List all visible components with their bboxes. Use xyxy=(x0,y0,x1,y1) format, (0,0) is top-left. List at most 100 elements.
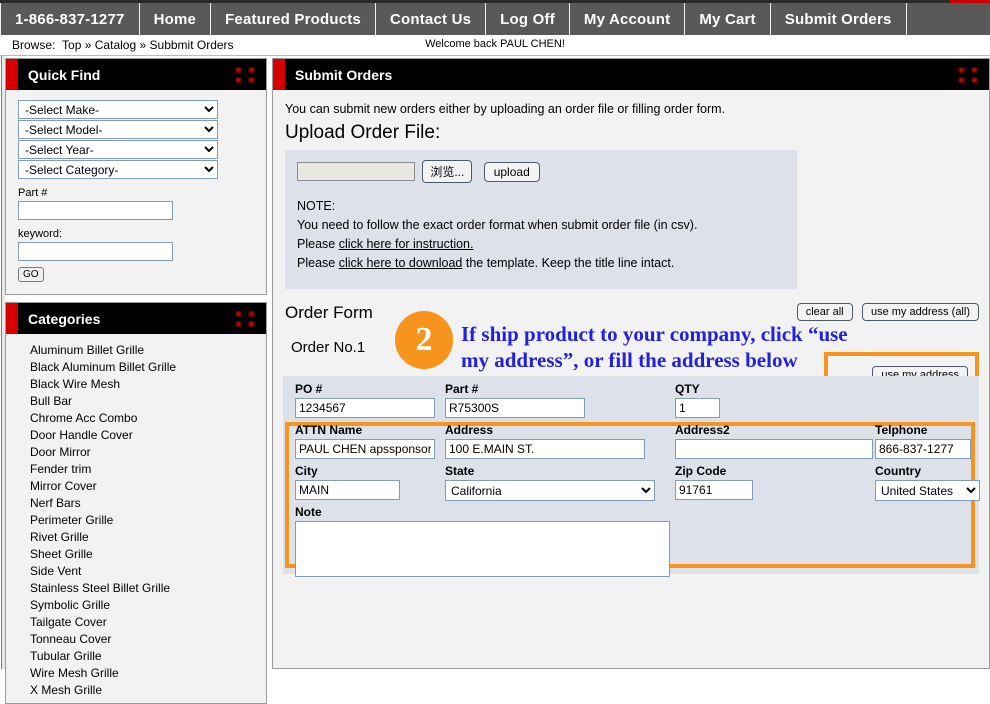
browse-button[interactable]: 浏览... xyxy=(422,160,473,183)
address2-field-group: Address2 xyxy=(675,423,873,459)
note-line-3: Please click here to download the templa… xyxy=(297,254,785,273)
category-list-item[interactable]: Black Aluminum Billet Grille xyxy=(6,359,266,376)
country-field-group: Country United States xyxy=(875,464,980,501)
select-make[interactable]: -Select Make- xyxy=(18,100,218,119)
category-list-item[interactable]: Tailgate Cover xyxy=(6,614,266,631)
telephone-field-group: Telphone xyxy=(875,423,971,459)
file-path-input[interactable] xyxy=(297,162,415,181)
instruction-link[interactable]: click here for instruction. xyxy=(339,237,474,251)
category-list-item[interactable]: Tonneau Cover xyxy=(6,631,266,648)
use-my-address-all-button[interactable]: use my address (all) xyxy=(861,303,979,321)
download-template-link[interactable]: click here to download xyxy=(339,256,463,270)
state-select[interactable]: California xyxy=(445,480,655,501)
dot-icon xyxy=(235,67,242,73)
category-list-item[interactable]: Symbolic Grille xyxy=(6,597,266,614)
zip-label: Zip Code xyxy=(675,464,727,478)
quick-find-panel: Quick Find -Select Make- -Select Model- … xyxy=(5,58,267,295)
nav-log-off[interactable]: Log Off xyxy=(486,3,570,35)
nav-log-off-label: Log Off xyxy=(500,10,555,28)
zip-field-group: Zip Code xyxy=(675,464,753,500)
dot-icon xyxy=(247,311,255,317)
part-number-label: Part # xyxy=(18,187,48,199)
nav-submit-orders[interactable]: Submit Orders xyxy=(771,3,907,35)
go-button[interactable]: GO xyxy=(18,267,44,282)
categories-header: Categories xyxy=(6,303,266,334)
note-title: NOTE: xyxy=(297,199,336,213)
state-field-group: State California xyxy=(445,464,655,501)
category-list-item[interactable]: Perimeter Grille xyxy=(6,512,266,529)
keyword-input[interactable] xyxy=(18,242,173,261)
panel-accent-bar xyxy=(6,59,18,90)
category-list-item[interactable]: Door Mirror xyxy=(6,444,266,461)
qty-input[interactable] xyxy=(675,398,720,418)
clear-all-button[interactable]: clear all xyxy=(796,303,853,321)
nav-home[interactable]: Home xyxy=(140,3,212,35)
part-input[interactable] xyxy=(445,398,585,418)
category-list-item[interactable]: Wire Mesh Grille xyxy=(6,665,266,682)
dot-icon xyxy=(970,67,978,73)
po-label: PO # xyxy=(295,382,323,396)
corner-dots-icon xyxy=(235,67,257,83)
corner-dots-icon xyxy=(235,311,257,327)
note-line-2: Please click here for instruction. xyxy=(297,235,785,254)
quick-find-title: Quick Find xyxy=(28,66,101,83)
category-list-item[interactable]: X Mesh Grille xyxy=(6,682,266,699)
attn-input[interactable] xyxy=(295,439,435,459)
part-number-input[interactable] xyxy=(18,201,173,220)
address2-input[interactable] xyxy=(675,439,873,459)
category-list-item[interactable]: Chrome Acc Combo xyxy=(6,410,266,427)
city-input[interactable] xyxy=(295,480,400,500)
nav-phone[interactable]: 1-866-837-1277 xyxy=(0,3,140,35)
nav-featured-products[interactable]: Featured Products xyxy=(211,3,376,35)
category-list-item[interactable]: Aluminum Billet Grille xyxy=(6,342,266,359)
panel-accent-bar xyxy=(273,59,285,90)
category-list-item[interactable]: Rivet Grille xyxy=(6,529,266,546)
note-line-3-suffix: the template. Keep the title line intact… xyxy=(462,256,675,270)
nav-my-account[interactable]: My Account xyxy=(570,3,686,35)
submit-orders-header: Submit Orders xyxy=(273,59,989,90)
category-list-item[interactable]: Black Wire Mesh xyxy=(6,376,266,393)
category-list-item[interactable]: Bull Bar xyxy=(6,393,266,410)
category-list-item[interactable]: Stainless Steel Billet Grille xyxy=(6,580,266,597)
category-list-item[interactable]: Side Vent xyxy=(6,563,266,580)
dot-icon xyxy=(247,76,255,83)
note-line-3-prefix: Please xyxy=(297,256,339,270)
select-category[interactable]: -Select Category- xyxy=(18,160,218,179)
category-list-item[interactable]: Door Handle Cover xyxy=(6,427,266,444)
dot-icon xyxy=(958,76,965,83)
nav-my-cart[interactable]: My Cart xyxy=(685,3,771,35)
breadcrumb-bar: Browse: Top » Catalog » Subbmit Orders W… xyxy=(0,35,990,56)
submit-orders-panel: Submit Orders You can submit new orders … xyxy=(272,58,990,669)
select-model[interactable]: -Select Model- xyxy=(18,120,218,139)
nav-home-label: Home xyxy=(153,10,197,28)
category-list-item[interactable]: Nerf Bars xyxy=(6,495,266,512)
note-textarea[interactable] xyxy=(295,521,670,577)
attn-field-group: ATTN Name xyxy=(295,423,435,459)
annotation-text: If ship product to your company, click “… xyxy=(461,322,848,372)
nav-contact-us[interactable]: Contact Us xyxy=(376,3,487,35)
note-field-group: Note xyxy=(295,505,670,580)
note-line-1: You need to follow the exact order forma… xyxy=(297,218,698,232)
dot-icon xyxy=(235,76,242,83)
part-field-group: Part # xyxy=(445,382,585,418)
category-list-item[interactable]: Tubular Grille xyxy=(6,648,266,665)
country-select[interactable]: United States xyxy=(875,480,980,501)
category-list-item[interactable]: Sheet Grille xyxy=(6,546,266,563)
sidebar: Quick Find -Select Make- -Select Model- … xyxy=(5,58,267,704)
corner-dots-icon xyxy=(958,67,980,83)
po-input[interactable] xyxy=(295,398,435,418)
select-year[interactable]: -Select Year- xyxy=(18,140,218,159)
nav-contact-us-label: Contact Us xyxy=(389,10,472,28)
categories-title: Categories xyxy=(28,310,101,327)
category-list-item[interactable]: Mirror Cover xyxy=(6,478,266,495)
keyword-label: keyword: xyxy=(18,228,63,240)
main-content: Submit Orders You can submit new orders … xyxy=(272,58,990,669)
upload-button[interactable]: upload xyxy=(483,161,540,182)
category-list-item[interactable]: Fender trim xyxy=(6,461,266,478)
telephone-input[interactable] xyxy=(875,439,971,459)
state-label: State xyxy=(445,464,475,478)
address-input[interactable] xyxy=(445,439,645,459)
nav-phone-label: 1-866-837-1277 xyxy=(15,10,125,28)
zip-input[interactable] xyxy=(675,480,753,500)
file-picker-row: 浏览... upload xyxy=(297,160,785,183)
